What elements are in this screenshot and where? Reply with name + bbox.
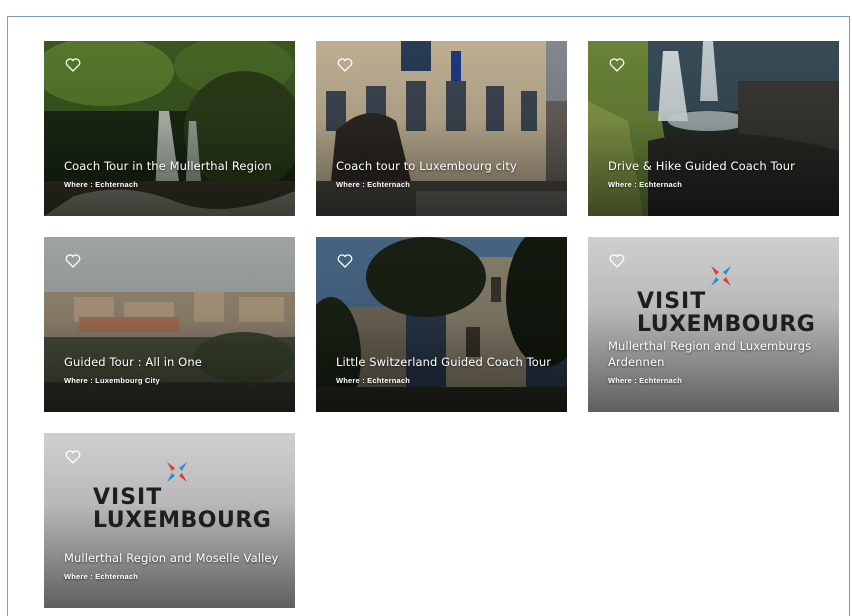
- card-location: Where : Echternach: [336, 180, 411, 189]
- card-location: Where : Echternach: [336, 376, 411, 385]
- tour-card-drive-hike[interactable]: Drive & Hike Guided Coach Tour Where : E…: [588, 41, 839, 216]
- heart-icon[interactable]: [65, 254, 81, 268]
- card-caption: Drive & Hike Guided Coach Tour Where : E…: [608, 158, 825, 189]
- tour-card-mullerthal-region[interactable]: Coach Tour in the Mullerthal Region Wher…: [44, 41, 295, 216]
- card-caption: Coach Tour in the Mullerthal Region Wher…: [64, 158, 281, 189]
- content-frame: Coach Tour in the Mullerthal Region Wher…: [7, 16, 850, 616]
- heart-icon[interactable]: [337, 58, 353, 72]
- luxembourg-cross-icon: [711, 266, 731, 286]
- card-location: Where : Echternach: [608, 376, 683, 385]
- card-title[interactable]: Coach Tour in the Mullerthal Region: [64, 158, 281, 174]
- luxembourg-cross-icon: [167, 462, 187, 482]
- card-location: Where : Luxembourg City: [64, 376, 160, 385]
- card-title[interactable]: Mullerthal Region and Moselle Valley: [64, 550, 281, 566]
- heart-icon[interactable]: [65, 450, 81, 464]
- card-location: Where : Echternach: [608, 180, 683, 189]
- heart-icon[interactable]: [337, 254, 353, 268]
- card-location: Where : Echternach: [64, 180, 139, 189]
- logo-line-luxembourg: LUXEMBOURG: [93, 508, 272, 533]
- card-title[interactable]: Drive & Hike Guided Coach Tour: [608, 158, 825, 174]
- logo-line-visit: VISIT: [637, 289, 707, 314]
- card-shade: [588, 41, 839, 216]
- tour-card-all-in-one[interactable]: Guided Tour : All in One Where : Luxembo…: [44, 237, 295, 412]
- card-shade: [316, 237, 567, 412]
- tour-card-mullerthal-moselle[interactable]: VISIT LUXEMBOURG Mullerthal Region and M…: [44, 433, 295, 608]
- card-caption: Guided Tour : All in One Where : Luxembo…: [64, 354, 281, 385]
- card-location: Where : Echternach: [64, 572, 139, 581]
- tour-card-luxembourg-city[interactable]: Coach tour to Luxembourg city Where : Ec…: [316, 41, 567, 216]
- card-title[interactable]: Mullerthal Region and Luxemburgs Ardenne…: [608, 338, 825, 370]
- card-title[interactable]: Little Switzerland Guided Coach Tour: [336, 354, 553, 370]
- card-caption: Mullerthal Region and Luxemburgs Ardenne…: [608, 338, 825, 385]
- tour-grid: Coach Tour in the Mullerthal Region Wher…: [44, 41, 839, 608]
- tour-card-little-switzerland[interactable]: Little Switzerland Guided Coach Tour Whe…: [316, 237, 567, 412]
- card-title[interactable]: Coach tour to Luxembourg city: [336, 158, 553, 174]
- heart-icon[interactable]: [609, 254, 625, 268]
- card-title[interactable]: Guided Tour : All in One: [64, 354, 281, 370]
- logo-line-luxembourg: LUXEMBOURG: [637, 312, 816, 337]
- tour-card-mullerthal-ardennen[interactable]: VISIT LUXEMBOURG Mullerthal Region and L…: [588, 237, 839, 412]
- logo-line-visit: VISIT: [93, 485, 163, 510]
- card-shade: [44, 237, 295, 412]
- card-shade: [44, 41, 295, 216]
- heart-icon[interactable]: [609, 58, 625, 72]
- card-caption: Mullerthal Region and Moselle Valley Whe…: [64, 550, 281, 581]
- heart-icon[interactable]: [65, 58, 81, 72]
- card-shade: [316, 41, 567, 216]
- card-caption: Little Switzerland Guided Coach Tour Whe…: [336, 354, 553, 385]
- card-caption: Coach tour to Luxembourg city Where : Ec…: [336, 158, 553, 189]
